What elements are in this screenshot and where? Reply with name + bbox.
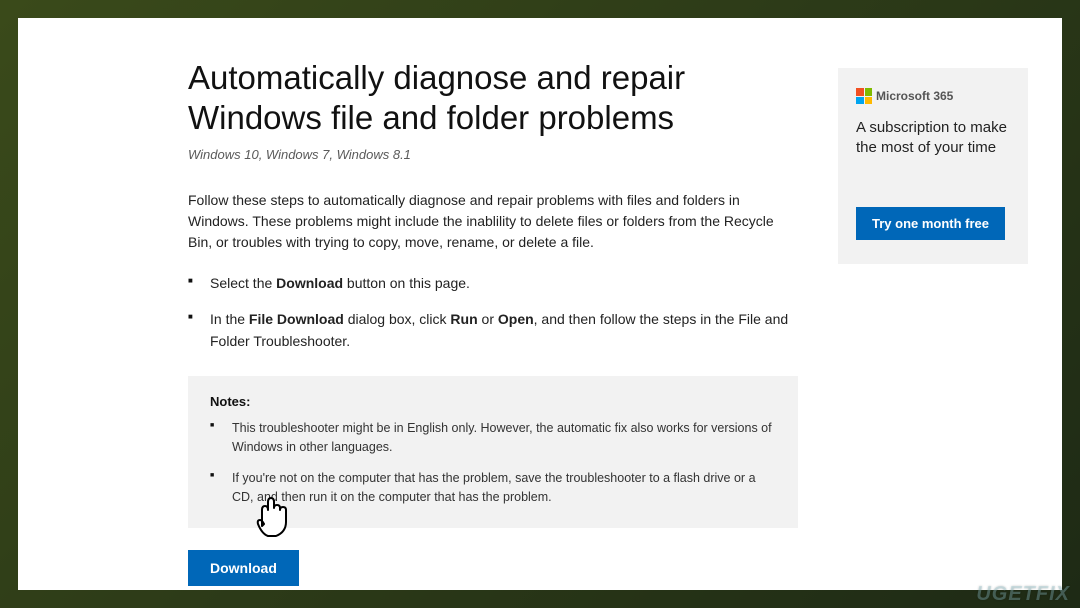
try-free-button[interactable]: Try one month free (856, 207, 1005, 240)
main-column: Automatically diagnose and repair Window… (188, 58, 798, 586)
step-item: In the File Download dialog box, click R… (188, 309, 798, 352)
step-bold: Run (450, 311, 477, 327)
step-bold: Download (276, 275, 343, 291)
notes-box: Notes: This troubleshooter might be in E… (188, 376, 798, 528)
watermark: UGETFIX (976, 583, 1070, 606)
step-text: button on this page. (343, 275, 470, 291)
notes-title: Notes: (210, 394, 776, 409)
promo-card: Microsoft 365 A subscription to make the… (838, 68, 1028, 264)
step-text: or (478, 311, 498, 327)
step-text: Select the (210, 275, 276, 291)
page-frame: Automatically diagnose and repair Window… (18, 18, 1062, 590)
step-text: dialog box, click (344, 311, 451, 327)
note-item: If you're not on the computer that has t… (210, 469, 776, 507)
microsoft-365-logo: Microsoft 365 (856, 88, 1010, 104)
promo-text: A subscription to make the most of your … (856, 118, 1010, 159)
step-bold: File Download (249, 311, 344, 327)
microsoft-logo-icon (856, 88, 872, 104)
page-title: Automatically diagnose and repair Window… (188, 58, 798, 137)
intro-paragraph: Follow these steps to automatically diag… (188, 190, 798, 253)
step-text: In the (210, 311, 249, 327)
applies-to-subtitle: Windows 10, Windows 7, Windows 8.1 (188, 147, 798, 162)
steps-list: Select the Download button on this page.… (188, 273, 798, 352)
promo-brand: Microsoft 365 (876, 89, 953, 103)
notes-list: This troubleshooter might be in English … (210, 419, 776, 506)
download-button[interactable]: Download (188, 550, 299, 586)
step-item: Select the Download button on this page. (188, 273, 798, 295)
side-column: Microsoft 365 A subscription to make the… (838, 58, 1028, 586)
content-row: Automatically diagnose and repair Window… (188, 58, 1022, 586)
note-item: This troubleshooter might be in English … (210, 419, 776, 457)
step-bold: Open (498, 311, 534, 327)
